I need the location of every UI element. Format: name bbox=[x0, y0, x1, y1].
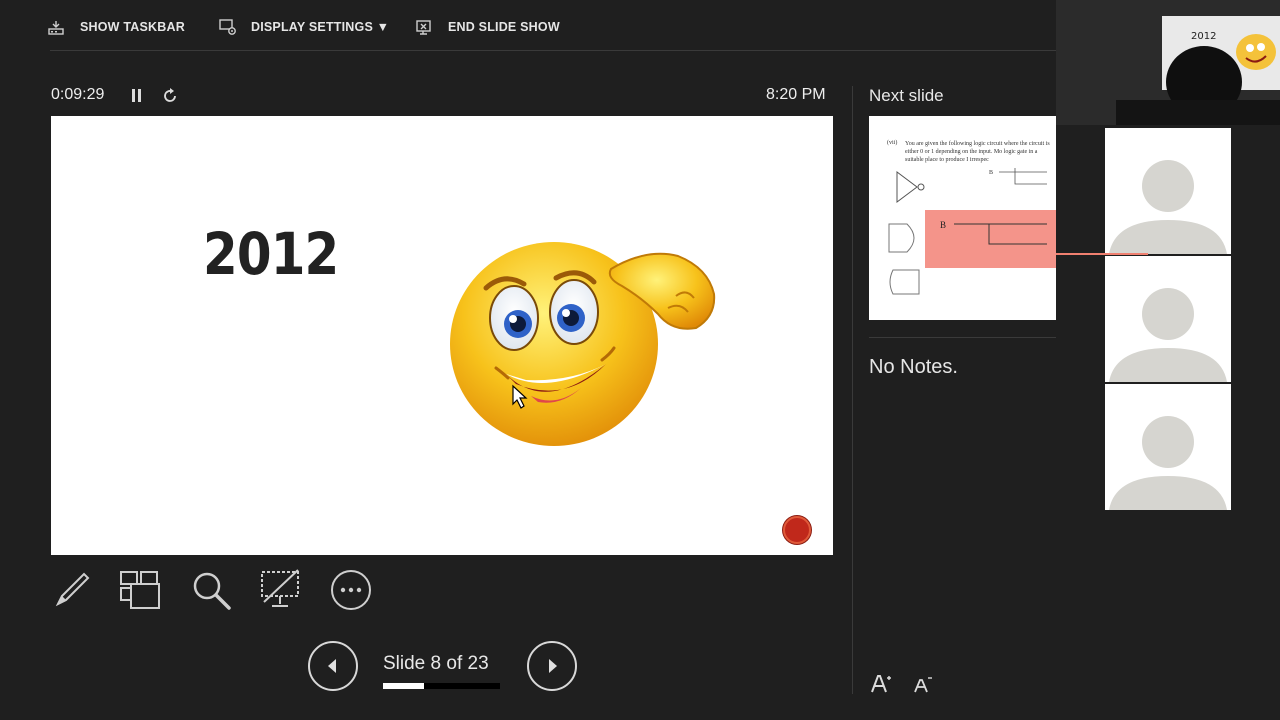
camera-video-frame bbox=[1056, 0, 1280, 125]
slide-grid-icon bbox=[120, 571, 160, 609]
screen-slash-icon bbox=[261, 569, 299, 607]
show-taskbar-label: SHOW TASKBAR bbox=[80, 20, 185, 34]
avatar-placeholder-icon bbox=[1109, 160, 1227, 254]
presenter-camera-feed[interactable]: 2012 bbox=[1056, 0, 1280, 125]
slide-progress-bar bbox=[383, 683, 500, 689]
display-settings-button[interactable]: DISPLAY SETTINGS ▼ bbox=[219, 16, 389, 38]
see-all-slides-button[interactable] bbox=[119, 568, 163, 612]
next-arrow-icon bbox=[549, 659, 557, 673]
pause-timer-button[interactable] bbox=[127, 86, 147, 106]
current-time: 8:20 PM bbox=[766, 86, 826, 103]
notes-divider bbox=[869, 337, 1056, 338]
more-options-button[interactable] bbox=[329, 568, 373, 612]
presenter-toolbar: SHOW TASKBAR DISPLAY SETTINGS ▼ END SLID… bbox=[0, 0, 1056, 52]
black-screen-button[interactable] bbox=[258, 568, 302, 612]
slide-counter[interactable]: Slide 8 of 23 bbox=[383, 653, 489, 675]
end-show-icon bbox=[416, 20, 431, 35]
zoom-slide-button[interactable] bbox=[189, 568, 233, 612]
participant-tile[interactable] bbox=[1105, 128, 1231, 254]
avatar-placeholder-icon bbox=[1109, 288, 1227, 382]
restart-timer-button[interactable] bbox=[160, 86, 180, 106]
record-indicator bbox=[783, 516, 811, 544]
slide-year-text: 2012 bbox=[203, 220, 339, 288]
end-slide-show-button[interactable]: END SLIDE SHOW bbox=[416, 16, 560, 38]
decrease-text-button[interactable] bbox=[911, 672, 935, 696]
magnifier-icon bbox=[193, 572, 231, 610]
taskbar-icon bbox=[48, 21, 64, 35]
ellipsis-icon bbox=[331, 570, 371, 610]
avatar-placeholder-icon bbox=[1109, 416, 1227, 510]
thinking-emoji-image bbox=[450, 242, 716, 446]
slide-progress-fill bbox=[383, 683, 424, 689]
next-slide-thumbnail[interactable]: (vii) You are given the following logic … bbox=[869, 116, 1056, 320]
toolbar-divider bbox=[50, 50, 1056, 51]
increase-font-icon bbox=[871, 675, 891, 693]
speaker-notes: No Notes. bbox=[869, 356, 958, 378]
previous-slide-button[interactable] bbox=[308, 641, 358, 691]
elapsed-timer: 0:09:29 bbox=[51, 86, 105, 103]
participant-tile[interactable] bbox=[1105, 384, 1231, 510]
increase-text-button[interactable] bbox=[869, 672, 893, 696]
next-slide-heading: Next slide bbox=[869, 86, 944, 105]
display-settings-icon bbox=[219, 19, 236, 35]
logic-circuit-diagram bbox=[888, 168, 1056, 295]
restart-icon bbox=[164, 88, 176, 102]
display-settings-label: DISPLAY SETTINGS ▼ bbox=[251, 20, 390, 34]
participant-tile[interactable] bbox=[1105, 256, 1231, 382]
active-speaker-indicator bbox=[1056, 253, 1148, 255]
next-slide-highlight-label: B bbox=[940, 220, 947, 230]
show-taskbar-button[interactable]: SHOW TASKBAR bbox=[48, 16, 185, 38]
decrease-font-icon bbox=[914, 677, 932, 693]
pen-tool-button[interactable] bbox=[50, 568, 94, 612]
next-slide-input-label: B bbox=[989, 170, 994, 176]
pen-icon bbox=[55, 572, 90, 607]
current-slide[interactable]: 2012 bbox=[51, 116, 833, 555]
end-slide-show-label: END SLIDE SHOW bbox=[448, 20, 560, 34]
previous-arrow-icon bbox=[328, 659, 336, 673]
next-slide-button[interactable] bbox=[527, 641, 577, 691]
camera-slide-year: 2012 bbox=[1191, 31, 1217, 42]
pane-divider[interactable] bbox=[852, 86, 853, 694]
pause-icon bbox=[132, 89, 141, 102]
